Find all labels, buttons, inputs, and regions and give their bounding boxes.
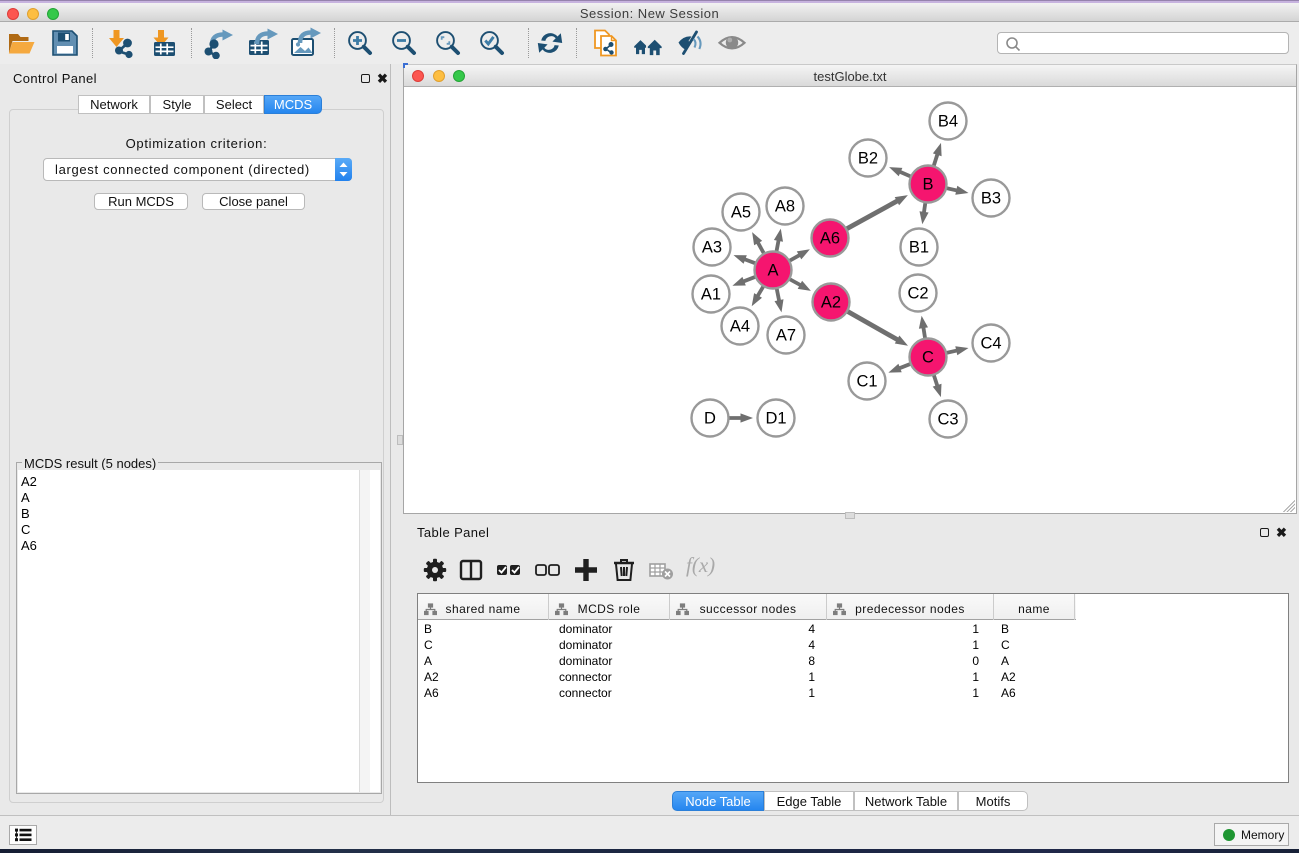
svg-text:A8: A8 [775,198,795,216]
svg-text:B4: B4 [938,113,958,131]
svg-text:A1: A1 [701,286,721,304]
svg-text:C1: C1 [856,373,877,391]
svg-text:D1: D1 [765,410,786,428]
svg-text:A2: A2 [821,294,841,312]
svg-text:B2: B2 [858,150,878,168]
svg-text:A6: A6 [820,230,840,248]
svg-text:C: C [922,349,934,367]
svg-text:A5: A5 [731,204,751,222]
svg-text:B1: B1 [909,239,929,257]
svg-text:A7: A7 [776,327,796,345]
svg-text:B3: B3 [981,190,1001,208]
svg-text:D: D [704,410,716,428]
svg-text:A4: A4 [730,318,750,336]
svg-text:C3: C3 [937,411,958,429]
svg-text:C4: C4 [980,335,1001,353]
svg-text:B: B [922,176,933,194]
svg-text:A: A [767,262,778,280]
svg-text:A3: A3 [702,239,722,257]
svg-text:C2: C2 [907,285,928,303]
